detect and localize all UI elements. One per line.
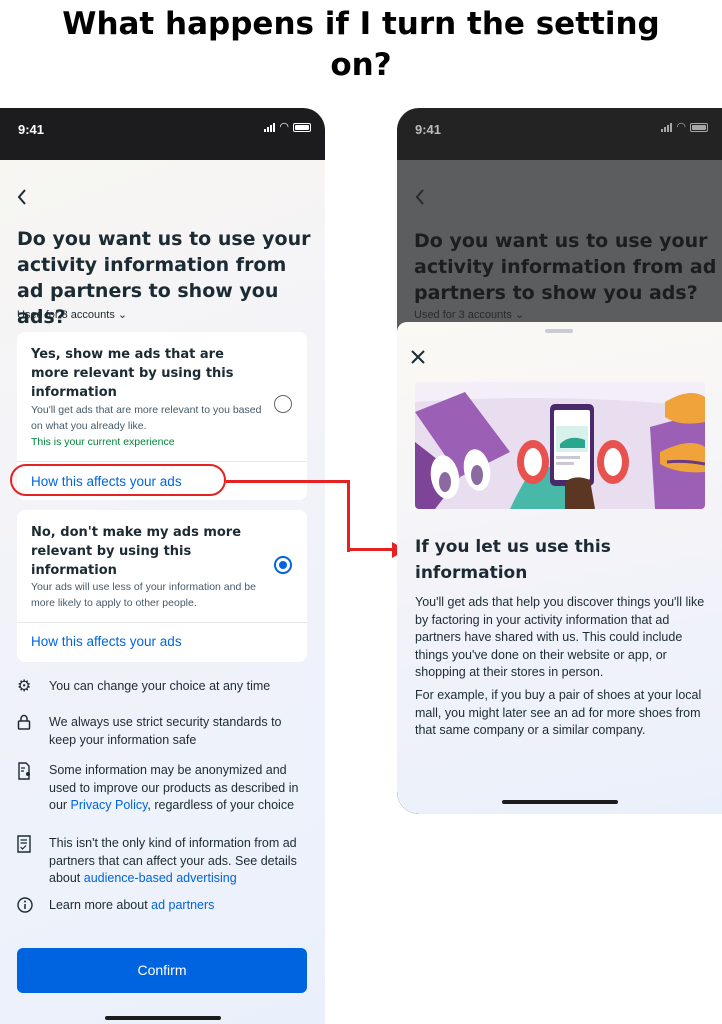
sheet-grabber[interactable] (545, 329, 573, 333)
sheet-title: If you let us use this information (415, 537, 611, 583)
chevron-left-icon (17, 189, 26, 205)
info-row-ad-partners: Learn more about ad partners (17, 897, 312, 918)
info-row-security: We always use strict security standards … (17, 714, 312, 749)
battery-icon (690, 123, 708, 132)
info-icon (17, 897, 49, 918)
status-bar: 9:41 ◠ (0, 108, 325, 160)
home-indicator (105, 1016, 221, 1020)
current-experience-label: This is your current experience (31, 436, 175, 448)
home-indicator (502, 800, 618, 804)
consent-screen: Do you want us to use your activity info… (0, 160, 325, 1024)
dimmed-accounts-label: Used for 3 accounts ⌄ (414, 309, 525, 321)
confirm-button[interactable]: Confirm (17, 948, 307, 993)
gear-icon: ⚙ (17, 678, 32, 695)
divider (17, 461, 307, 462)
bottom-sheet: If you let us use this information You'l… (397, 322, 722, 814)
dimmed-page-title: Do you want us to use your activity info… (414, 230, 717, 304)
status-time: 9:41 (18, 122, 45, 137)
back-button[interactable] (16, 188, 28, 212)
highlight-circle (10, 464, 226, 496)
info-text: We always use strict security standards … (49, 715, 282, 747)
option-no-title: No, don't make my ads more relevant by u… (31, 525, 242, 578)
right-phone: 9:41 ◠ Do you want us to use your activi… (397, 108, 722, 814)
accounts-label: Used for 3 accounts (17, 309, 115, 321)
how-affects-ads-link-no[interactable]: How this affects your ads (31, 634, 182, 649)
chevron-down-icon: ⌄ (117, 309, 128, 321)
shoes-shopping-illustration (415, 382, 705, 509)
status-icons: ◠ (264, 121, 311, 133)
privacy-policy-link[interactable]: Privacy Policy (71, 798, 148, 812)
wifi-icon: ◠ (676, 121, 686, 133)
close-button[interactable] (411, 348, 425, 368)
wifi-icon: ◠ (279, 121, 289, 133)
info-text: This isn't the only kind of information … (49, 836, 297, 885)
arrow-segment (347, 480, 350, 552)
info-text: You can change your choice at any time (49, 679, 271, 693)
option-no-description: Your ads will use less of your informati… (31, 581, 256, 609)
headline-line-1: What happens if I turn the setting (62, 6, 660, 42)
chevron-left-icon (414, 188, 426, 212)
status-icons: ◠ (661, 121, 708, 133)
option-no-radio[interactable] (274, 556, 292, 574)
arrow-segment (347, 548, 397, 551)
left-phone: 9:41 ◠ Do you want us to use your activi… (0, 108, 325, 1024)
arrow-segment (226, 480, 349, 483)
sheet-paragraph: For example, if you buy a pair of shoes … (415, 688, 702, 737)
ad-partners-link[interactable]: ad partners (151, 898, 214, 912)
signal-icon (264, 123, 276, 132)
headline: What happens if I turn the setting on? (0, 4, 722, 86)
info-row-audience: This isn't the only kind of information … (17, 835, 312, 888)
option-yes-description: You'll get ads that are more relevant to… (31, 404, 262, 432)
audience-based-advertising-link[interactable]: audience-based advertising (84, 871, 237, 885)
option-no-card[interactable]: No, don't make my ads more relevant by u… (17, 510, 307, 662)
headline-line-2: on? (330, 47, 392, 83)
option-yes-title: Yes, show me ads that are more relevant … (31, 347, 234, 400)
info-row-change-choice: ⚙ You can change your choice at any time (17, 678, 312, 696)
close-icon (411, 350, 425, 364)
battery-icon (293, 123, 311, 132)
status-time: 9:41 (415, 122, 442, 137)
document-person-icon (17, 762, 49, 815)
info-row-anonymized: Some information may be anonymized and u… (17, 762, 312, 815)
option-yes-radio[interactable] (274, 395, 292, 413)
signal-icon (661, 123, 673, 132)
divider (17, 622, 307, 623)
lock-icon (17, 714, 49, 749)
document-check-icon (17, 835, 49, 888)
accounts-selector[interactable]: Used for 3 accounts ⌄ (17, 308, 127, 321)
info-text: Some information may be anonymized and u… (49, 763, 299, 812)
sheet-paragraph: You'll get ads that help you discover th… (415, 595, 705, 679)
info-text: Learn more about ad partners (49, 898, 215, 912)
